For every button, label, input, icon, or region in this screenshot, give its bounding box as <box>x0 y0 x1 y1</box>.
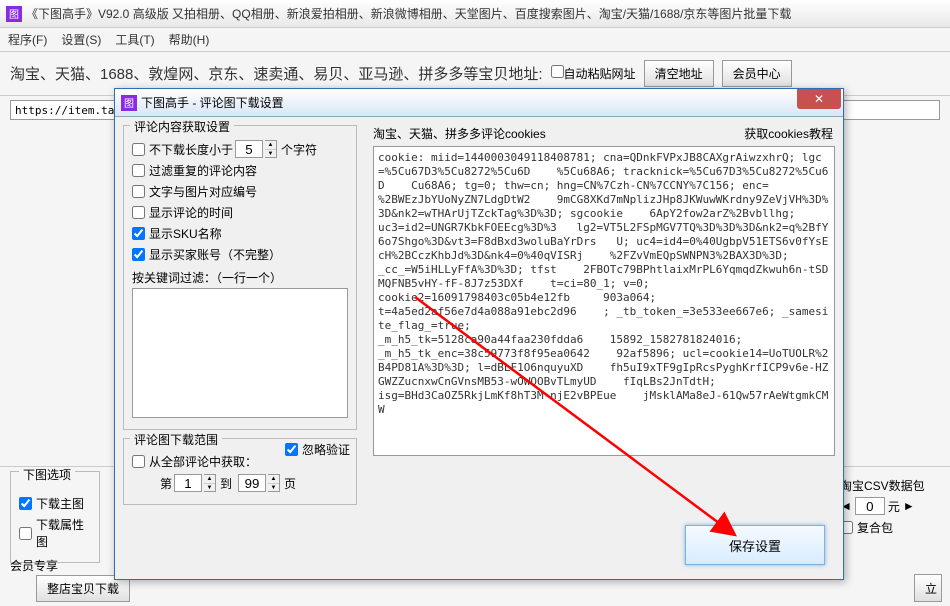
dialog-titlebar[interactable]: 图 下图高手 - 评论图下载设置 ✕ <box>115 89 843 117</box>
member-label: 会员专享 <box>10 557 58 574</box>
text-image-number-option[interactable]: 文字与图片对应编号 <box>132 183 348 200</box>
app-icon: 图 <box>6 6 22 22</box>
menu-tools[interactable]: 工具(T) <box>115 31 154 48</box>
keyword-filter-label: 按关键词过滤：（一行一个） <box>132 269 348 286</box>
menu-program[interactable]: 程序(F) <box>8 31 47 48</box>
main-title: 《下图高手》V92.0 高级版 又拍相册、QQ相册、新浪爱拍相册、新浪微博相册、… <box>26 5 791 22</box>
menu-settings[interactable]: 设置(S) <box>61 31 101 48</box>
show-buyer-option[interactable]: 显示买家账号（不完整） <box>132 246 348 263</box>
price-input[interactable] <box>855 497 885 515</box>
dialog-left-panel: 评论内容获取设置 不下载长度小于 ▲▼ 个字符 过滤重复的评论内容 文字与图片对… <box>115 117 365 579</box>
dialog-right-panel: 淘宝、天猫、拼多多评论cookies 获取cookies教程 cookie: m… <box>365 117 843 579</box>
arrow-right-icon[interactable]: ► <box>903 499 915 513</box>
close-button[interactable]: ✕ <box>797 89 841 109</box>
close-icon: ✕ <box>814 92 824 106</box>
page-range-row: 第 ▲▼ 到 ▲▼ 页 <box>132 474 348 492</box>
page-to-input[interactable] <box>238 474 266 492</box>
download-options-title: 下图选项 <box>19 468 75 482</box>
toolbar-label: 淘宝、天猫、1688、敦煌网、京东、速卖通、易贝、亚马逊、拼多多等宝贝地址: <box>10 63 543 84</box>
min-length-spinner[interactable]: ▲▼ <box>265 140 277 158</box>
min-length-input[interactable] <box>235 140 263 158</box>
comment-fetch-group: 评论内容获取设置 不下载长度小于 ▲▼ 个字符 过滤重复的评论内容 文字与图片对… <box>123 125 357 430</box>
dialog-icon: 图 <box>121 95 137 111</box>
save-settings-button[interactable]: 保存设置 <box>685 525 825 565</box>
min-length-option[interactable]: 不下载长度小于 ▲▼ 个字符 <box>132 140 348 158</box>
price-unit: 元 <box>888 498 900 515</box>
comment-fetch-title: 评论内容获取设置 <box>130 118 234 135</box>
dialog-title: 下图高手 - 评论图下载设置 <box>141 94 797 111</box>
menubar: 程序(F) 设置(S) 工具(T) 帮助(H) <box>0 28 950 52</box>
cookies-textarea[interactable]: cookie: miid=1440003049118408781; cna=QD… <box>373 146 835 456</box>
combo-checkbox[interactable]: 复合包 <box>840 519 940 536</box>
dedup-option[interactable]: 过滤重复的评论内容 <box>132 162 348 179</box>
download-attr-checkbox[interactable]: 下载属性图 <box>19 516 91 550</box>
csv-title: 淘宝CSV数据包 <box>840 477 940 494</box>
download-range-group: 评论图下载范围 忽略验证 从全部评论中获取： 第 ▲▼ 到 ▲▼ 页 <box>123 438 357 505</box>
download-main-checkbox[interactable]: 下载主图 <box>19 495 91 512</box>
comment-settings-dialog: 图 下图高手 - 评论图下载设置 ✕ 评论内容获取设置 不下载长度小于 ▲▼ 个… <box>114 88 844 580</box>
clear-address-button[interactable]: 清空地址 <box>644 60 714 87</box>
main-titlebar: 图 《下图高手》V92.0 高级版 又拍相册、QQ相册、新浪爱拍相册、新浪微博相… <box>0 0 950 28</box>
page-from-input[interactable] <box>174 474 202 492</box>
auto-paste-checkbox[interactable]: 自动粘贴网址 <box>551 65 636 82</box>
ignore-verify-checkbox[interactable]: 忽略验证 <box>285 441 350 458</box>
member-center-button[interactable]: 会员中心 <box>722 60 792 87</box>
cookies-tutorial-link[interactable]: 获取cookies教程 <box>744 125 833 142</box>
page-from-spinner[interactable]: ▲▼ <box>204 474 216 492</box>
csv-panel: 淘宝CSV数据包 ◄ 元 ► 复合包 <box>840 477 940 540</box>
keyword-filter-textarea[interactable] <box>132 288 348 418</box>
show-time-option[interactable]: 显示评论的时间 <box>132 204 348 221</box>
show-sku-option[interactable]: 显示SKU名称 <box>132 225 348 242</box>
go-button[interactable]: 立 <box>914 574 942 602</box>
menu-help[interactable]: 帮助(H) <box>169 31 210 48</box>
download-range-title: 评论图下载范围 <box>130 431 222 448</box>
page-to-spinner[interactable]: ▲▼ <box>268 474 280 492</box>
